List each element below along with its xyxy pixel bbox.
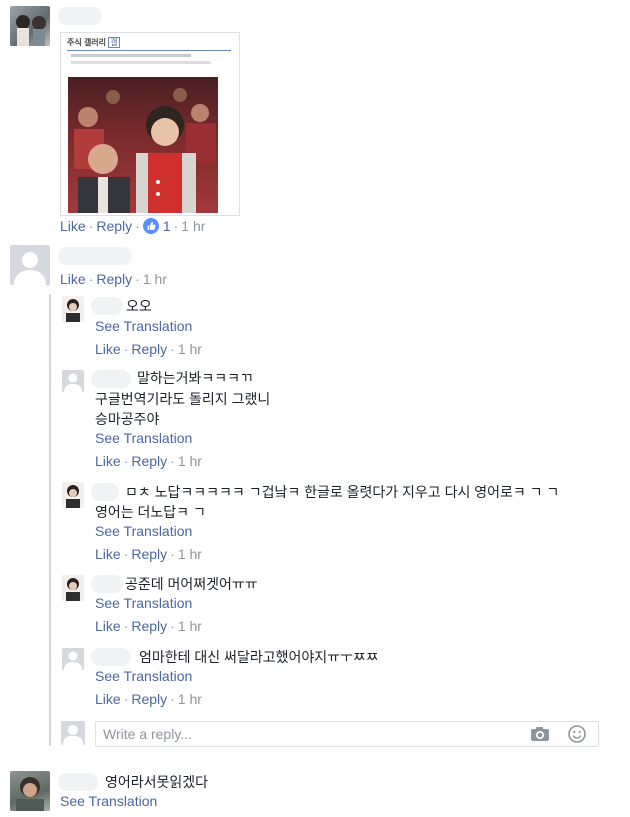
default-avatar-icon[interactable] [10,245,50,285]
reply-text-line: 구글번역기라도 돌리지 그랬니 [95,391,271,407]
separator: · [170,618,175,634]
see-translation-link[interactable]: See Translation [95,595,192,611]
reaction-count[interactable]: 1 [163,218,171,234]
like-button[interactable]: Like [95,453,121,469]
timestamp[interactable]: 1 hr [178,453,202,469]
reply-text: 오오 [126,298,152,314]
comment-text: 영어라서못읽겠다 [105,774,209,790]
separator: · [170,341,175,357]
reply-text: 엄마한테 대신 써달라고했어야지ㅠㅜㅉㅉ [139,649,379,665]
image-header-badge: 갤 [108,37,120,48]
reply-button[interactable]: Reply [131,546,167,562]
photo [68,77,218,213]
separator: · [88,271,94,287]
default-avatar-icon[interactable] [62,370,84,392]
reply-text-line: ㅁㅊ 노답ㅋㅋㅋㅋㅋ ㄱ겁낰ㅋ 한글로 올렷다가 지우고 다시 영어로ㅋ ㄱ ㄱ [125,484,560,500]
comment-attached-image[interactable]: 주식 갤러리 갤 [60,32,240,216]
see-translation-link[interactable]: See Translation [60,793,157,809]
separator: · [123,618,129,634]
timestamp[interactable]: 1 hr [143,271,167,287]
like-button[interactable]: Like [60,218,86,234]
like-button[interactable]: Like [95,341,121,357]
replier-name-redacted [91,648,131,666]
see-translation-link[interactable]: See Translation [95,430,192,446]
replier-name-redacted [91,370,131,388]
reply-button[interactable]: Reply [131,453,167,469]
smiley-icon[interactable] [568,725,586,746]
comment-actions: Like · Reply · 1 hr [60,271,167,287]
replier-avatar[interactable] [62,575,84,601]
reply-thread-line [49,294,51,746]
see-translation-link[interactable]: See Translation [95,668,192,684]
reply-button[interactable]: Reply [131,691,167,707]
reply-text-line: 영어는 더노답ㅋ ㄱ [95,504,206,520]
separator: · [88,218,94,234]
current-user-avatar [61,721,85,745]
separator: · [170,546,175,562]
like-reaction-icon[interactable] [142,218,159,234]
reply-actions: Like · Reply · 1 hr [95,453,202,469]
separator: · [123,453,129,469]
reply-actions: Like · Reply · 1 hr [95,618,202,634]
comment-actions: Like · Reply · 1 · 1 hr [60,218,205,234]
separator: · [173,218,179,234]
reply-button[interactable]: Reply [131,618,167,634]
timestamp[interactable]: 1 hr [181,218,205,234]
reply-button[interactable]: Reply [96,218,132,234]
separator: · [123,546,129,562]
camera-icon[interactable] [530,726,550,745]
reply-button[interactable]: Reply [96,271,132,287]
reply-actions: Like · Reply · 1 hr [95,546,202,562]
see-translation-link[interactable]: See Translation [95,318,192,334]
image-header-rule [67,50,231,51]
image-caption-lines [71,54,191,57]
timestamp[interactable]: 1 hr [178,341,202,357]
reply-button[interactable]: Reply [131,341,167,357]
replier-name-redacted [91,297,123,315]
image-caption-lines [71,61,211,64]
image-header-text: 주식 갤러리 [67,38,107,47]
replier-name-redacted [91,483,119,501]
like-button[interactable]: Like [60,271,86,287]
reply-text-line: 말하는거봐ㅋㅋㅋㄲ [137,370,253,386]
reply-actions: Like · Reply · 1 hr [95,691,202,707]
reply-text: 공준데 머어쩌겟어ㅠㅠ [125,576,258,592]
separator: · [123,691,129,707]
profile-photo-icon [16,15,46,46]
commenter-avatar[interactable] [10,6,50,46]
like-button[interactable]: Like [95,691,121,707]
separator: · [123,341,129,357]
replier-name-redacted [91,575,123,593]
commenter-avatar[interactable] [10,771,50,811]
separator: · [135,218,140,234]
timestamp[interactable]: 1 hr [178,618,202,634]
replier-avatar[interactable] [62,296,84,322]
commenter-name-redacted [58,247,132,265]
commenter-name-redacted [58,773,98,791]
image-header: 주식 갤러리 갤 [67,37,120,48]
timestamp[interactable]: 1 hr [178,546,202,562]
write-reply-input[interactable]: Write a reply... [95,721,599,747]
separator: · [170,453,175,469]
default-avatar-icon[interactable] [62,648,84,670]
reply-actions: Like · Reply · 1 hr [95,341,202,357]
separator: · [170,691,175,707]
separator: · [135,271,140,287]
timestamp[interactable]: 1 hr [178,691,202,707]
reply-text-line: 승마공주야 [95,411,160,427]
like-button[interactable]: Like [95,546,121,562]
write-reply-placeholder: Write a reply... [103,726,192,742]
like-button[interactable]: Like [95,618,121,634]
replier-avatar[interactable] [62,482,84,508]
see-translation-link[interactable]: See Translation [95,523,192,539]
commenter-name-redacted [58,7,102,25]
